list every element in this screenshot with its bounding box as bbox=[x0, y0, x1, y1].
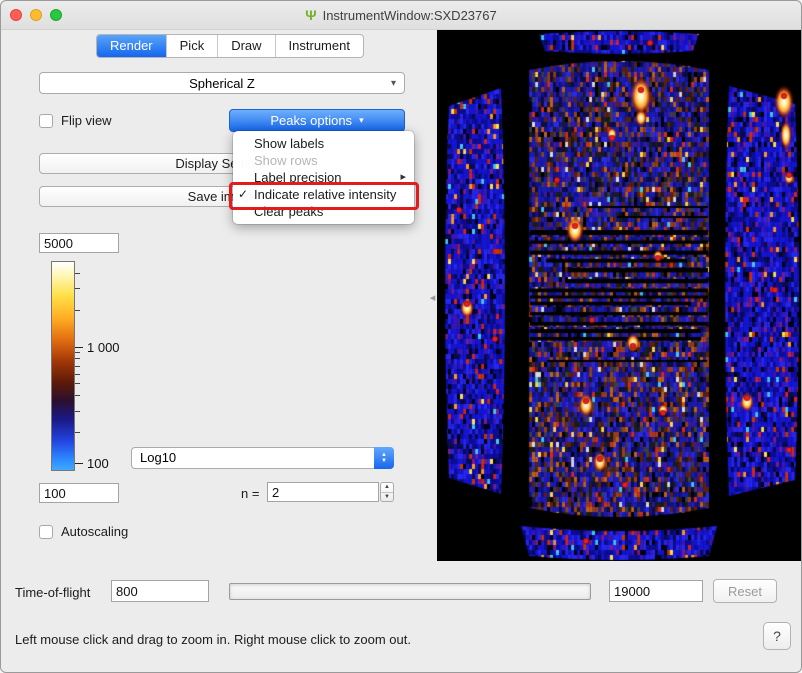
colorbar-tick-major bbox=[75, 463, 83, 464]
projection-select[interactable]: Spherical Z ▾ bbox=[39, 72, 405, 94]
menu-item-label: Indicate relative intensity bbox=[254, 187, 396, 202]
reset-button[interactable]: Reset bbox=[713, 579, 777, 603]
instrument-window: Ψ InstrumentWindow:SXD23767 Render Pick … bbox=[0, 0, 802, 673]
scale-min-input[interactable] bbox=[39, 483, 119, 503]
chevron-down-icon: ▾ bbox=[391, 78, 396, 89]
peaks-options-menu: Show labels Show rows Label precision ▸ … bbox=[233, 131, 414, 224]
menu-item-label: Show labels bbox=[254, 136, 324, 151]
colorbar-tick bbox=[75, 310, 80, 311]
menu-item-show-rows: Show rows bbox=[233, 152, 414, 169]
menu-item-clear-peaks[interactable]: Clear peaks bbox=[233, 203, 414, 220]
scale-type-select[interactable]: Log10 ▲ ▼ bbox=[131, 447, 394, 469]
colorbar-tick bbox=[75, 383, 80, 384]
reset-button-label: Reset bbox=[728, 584, 762, 599]
menu-item-label-precision[interactable]: Label precision ▸ bbox=[233, 169, 414, 186]
combo-stepper-icon[interactable]: ▲ ▼ bbox=[374, 447, 394, 469]
spinner-down-icon[interactable]: ▼ bbox=[381, 493, 393, 502]
tab-instrument[interactable]: Instrument bbox=[276, 35, 363, 57]
autoscaling-row: Autoscaling bbox=[39, 524, 128, 539]
tab-draw[interactable]: Draw bbox=[218, 35, 275, 57]
colorbar-major-tick-label: 1 000 bbox=[87, 340, 120, 355]
colorbar-tick bbox=[75, 358, 80, 359]
tof-label: Time-of-flight bbox=[15, 585, 90, 600]
help-button[interactable]: ? bbox=[763, 622, 791, 650]
autoscaling-checkbox[interactable] bbox=[39, 525, 53, 539]
menu-item-show-labels[interactable]: Show labels bbox=[233, 135, 414, 152]
submenu-arrow-icon: ▸ bbox=[400, 169, 406, 186]
colorbar-tick bbox=[75, 366, 80, 367]
chevron-down-icon: ▾ bbox=[359, 115, 364, 126]
scale-max-input[interactable] bbox=[39, 233, 119, 253]
colorbar-min-tick-label: 100 bbox=[87, 456, 109, 471]
tof-slider[interactable] bbox=[229, 583, 591, 600]
tof-max-input[interactable] bbox=[609, 580, 703, 602]
splitter-arrow-icon: ◂ bbox=[430, 291, 436, 304]
colorbar-tick bbox=[75, 411, 80, 412]
flip-view-row: Flip view bbox=[39, 113, 112, 128]
flip-view-label: Flip view bbox=[61, 113, 112, 128]
help-text: Left mouse click and drag to zoom in. Ri… bbox=[15, 632, 411, 647]
autoscaling-label: Autoscaling bbox=[61, 524, 128, 539]
tof-min-input[interactable] bbox=[111, 580, 209, 602]
colorbar-tick bbox=[75, 374, 80, 375]
stepper-down-icon: ▼ bbox=[381, 458, 387, 464]
colorbar-tick bbox=[75, 432, 80, 433]
power-input[interactable] bbox=[267, 482, 379, 502]
peaks-options-label: Peaks options bbox=[270, 113, 352, 128]
colorbar-tick bbox=[75, 288, 80, 289]
titlebar: Ψ InstrumentWindow:SXD23767 bbox=[1, 1, 801, 30]
peaks-options-button[interactable]: Peaks options ▾ bbox=[229, 109, 405, 132]
projection-select-value: Spherical Z bbox=[189, 76, 255, 91]
spinner-up-icon[interactable]: ▲ bbox=[381, 483, 393, 493]
power-label: n = bbox=[241, 486, 259, 501]
tab-render[interactable]: Render bbox=[97, 35, 167, 57]
colorbar-tick bbox=[75, 352, 80, 353]
flip-view-checkbox[interactable] bbox=[39, 114, 53, 128]
power-spinner[interactable]: ▲ ▼ bbox=[380, 482, 394, 502]
colorbar[interactable] bbox=[51, 261, 75, 471]
instrument-view[interactable] bbox=[437, 30, 802, 561]
menu-item-label: Show rows bbox=[254, 153, 318, 168]
colorbar-tick-major bbox=[75, 347, 83, 348]
tab-bar: Render Pick Draw Instrument bbox=[96, 34, 364, 58]
colorbar-tick bbox=[75, 273, 80, 274]
help-button-label: ? bbox=[773, 628, 781, 644]
window-title-text: InstrumentWindow:SXD23767 bbox=[323, 8, 497, 23]
app-icon: Ψ bbox=[305, 7, 316, 23]
window-title: Ψ InstrumentWindow:SXD23767 bbox=[1, 1, 801, 29]
scale-type-value: Log10 bbox=[140, 448, 176, 468]
colorbar-tick bbox=[75, 395, 80, 396]
tab-pick[interactable]: Pick bbox=[167, 35, 219, 57]
checkmark-icon: ✓ bbox=[238, 186, 252, 203]
menu-item-indicate-relative-intensity[interactable]: ✓ Indicate relative intensity bbox=[233, 186, 414, 203]
menu-item-label: Clear peaks bbox=[254, 204, 323, 219]
menu-item-label: Label precision bbox=[254, 170, 341, 185]
